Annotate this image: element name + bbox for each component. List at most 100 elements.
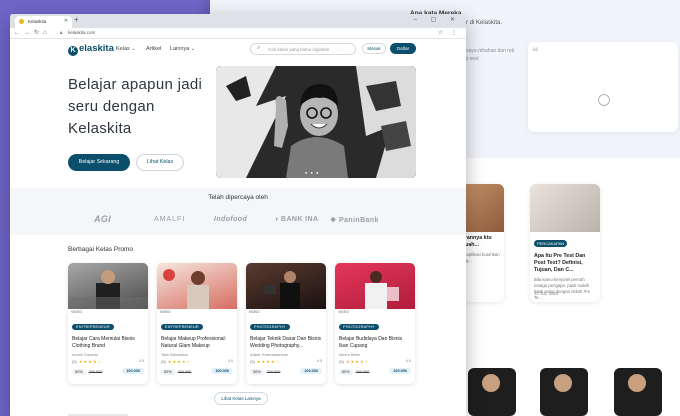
course-card[interactable]: VIDEO PHOTOGRAPHY Belajar Budidaya Dan B…	[335, 263, 415, 384]
article-tag: PERCAKAPAN	[534, 240, 568, 247]
old-price: 200.000	[177, 370, 192, 374]
chevron-down-icon: ⌄	[190, 46, 196, 52]
review-count: (5)	[161, 359, 166, 364]
site-header: Kelaskita Kelas ⌄ Artikel Lainnya ⌄ ⌕ Ca…	[10, 39, 466, 59]
browser-window: Kelaskita ✕ + – ▢ ✕ ←→↻⌂ 🔒︎ kelaskita.co…	[10, 14, 466, 416]
star-icons: ★ ★ ★ ★ ☆	[345, 359, 369, 364]
new-tab-button[interactable]: +	[74, 15, 79, 24]
course-thumbnail	[246, 263, 326, 309]
see-more-classes-button[interactable]: Lihat Kelas Lainnya	[214, 392, 268, 405]
home-icon[interactable]: ⌂	[43, 30, 51, 36]
course-photo	[68, 270, 148, 309]
register-button[interactable]: Daftar	[390, 43, 416, 54]
menu-lainnya-label: Lainnya	[170, 46, 190, 52]
course-category-badge: PHOTOGRAPHY	[250, 324, 290, 330]
rating-value: 4.5	[227, 359, 233, 363]
favicon-icon	[19, 19, 24, 24]
course-photo	[264, 271, 300, 309]
partners-title: Telah dipercaya oleh	[208, 194, 268, 201]
course-category-badge: ENTREPRENEUR	[161, 324, 203, 330]
course-author: Talia Sabandino	[161, 353, 189, 357]
course-type: VIDEO	[71, 310, 83, 314]
course-price: 50% 200.000 100.000	[339, 368, 411, 377]
user-avatar-icon	[598, 94, 610, 106]
menu-kelas[interactable]: Kelas ⌄	[116, 46, 136, 52]
course-thumbnail	[157, 263, 237, 309]
partner-logo-paninbank-text: PaninBank	[339, 217, 379, 224]
course-card[interactable]: NOBO ENTREPRENEUR Belajar Makeup Profess…	[157, 263, 237, 384]
mentor-photo	[468, 368, 516, 416]
course-photo	[163, 269, 209, 309]
course-rating: (5) ★ ★ ★ ★ ☆ 4.5	[72, 359, 144, 364]
review-count: (5)	[250, 359, 255, 364]
course-price: 50% 200.000 100.000	[250, 368, 322, 377]
course-thumbnail	[68, 263, 148, 309]
window-controls[interactable]: – ▢ ✕	[414, 16, 461, 23]
menu-artikel[interactable]: Artikel	[146, 46, 161, 52]
star-icons: ★ ★ ★ ★ ☆	[256, 359, 280, 364]
course-category-badge: ENTREPRENEUR	[72, 324, 114, 330]
course-photo	[365, 271, 399, 309]
partner-logo-paninbank: ❖ PaninBank	[330, 216, 379, 224]
discount-badge: 50%	[250, 369, 264, 375]
tab-title: Kelaskita	[28, 19, 47, 24]
course-type: NOBO	[160, 310, 171, 314]
chevron-down-icon: ⌄	[131, 46, 136, 52]
reload-icon[interactable]: ↻	[34, 30, 43, 36]
course-type: VIDEO	[338, 310, 350, 314]
new-price: 100.000	[211, 368, 233, 374]
search-placeholder: Cari kelas yang kamu inginkan	[268, 47, 330, 52]
course-title: Belajar Makeup Professional: Natural Gla…	[161, 336, 227, 349]
course-title: Belajar Budidaya Dan Bisnis Ikan Cupang	[339, 336, 403, 349]
lock-icon: 🔒︎	[60, 30, 63, 35]
new-price: 100.000	[389, 368, 411, 374]
discount-badge: 50%	[161, 369, 175, 375]
nav-buttons[interactable]: ←→↻⌂	[14, 29, 51, 36]
course-author: Meera Betta	[339, 353, 360, 357]
course-card[interactable]: VIDEO ENTREPRENEUR Belajar Cara Memulai …	[68, 263, 148, 384]
learn-now-button[interactable]: Belajar Sekarang	[68, 154, 130, 171]
partners-section: Telah dipercaya oleh AGI AMALFI Indofood…	[10, 188, 466, 235]
hero-image: ● ● ●	[216, 66, 416, 178]
paninbank-icon: ❖	[330, 217, 340, 224]
kelaskita-logo[interactable]: Kelaskita	[68, 43, 114, 56]
partner-logo-amalfi: AMALFI	[154, 216, 186, 223]
close-tab-icon[interactable]: ✕	[64, 18, 68, 24]
address-bar: ←→↻⌂ 🔒︎ kelaskita.com ☆ ⋮	[10, 28, 466, 39]
star-icons: ★ ★ ★ ★ ☆	[167, 359, 191, 364]
mentor-photo	[540, 368, 588, 416]
course-rating: (5) ★ ★ ★ ★ ☆ 4.5	[250, 359, 322, 364]
course-thumbnail	[335, 263, 415, 309]
login-button[interactable]: Masuk	[362, 43, 386, 54]
old-price: 200.000	[266, 370, 281, 374]
forward-icon[interactable]: →	[24, 30, 34, 36]
carousel-dots[interactable]: ● ● ●	[305, 170, 319, 175]
partner-logo-agi: AGI	[94, 214, 112, 224]
back-icon[interactable]: ←	[14, 30, 24, 36]
search-icon: ⌕	[257, 45, 261, 51]
view-classes-button[interactable]: Lihat Kelas	[136, 154, 184, 171]
course-price: 50% 200.000 100.000	[161, 368, 233, 377]
hero-photo	[216, 66, 416, 178]
course-card[interactable]: NOBO PHOTOGRAPHY Belajar Teknik Dasar Da…	[246, 263, 326, 384]
url-field[interactable]: 🔒︎ kelaskita.com	[58, 30, 428, 37]
review-count: (5)	[72, 359, 77, 364]
course-author: Audrie Susanto	[72, 353, 98, 357]
article-date: 12 Juli, 2024	[534, 291, 559, 296]
article-title: Apa Itu Pre Test Dan Post Test? Definisi…	[534, 253, 586, 273]
article-image	[530, 184, 600, 232]
old-price: 200.000	[355, 370, 370, 374]
menu-lainnya[interactable]: Lainnya ⌄	[170, 46, 195, 52]
partner-logo-bank-ina: ◑ BANK INA	[274, 216, 318, 223]
review-count: (5)	[339, 359, 344, 364]
article-desc: Bila kamu kenyotel pernah tenaga pengaja…	[534, 276, 591, 300]
course-price: 50% 200.000 100.000	[72, 368, 144, 377]
discount-badge: 50%	[339, 369, 353, 375]
browser-tab[interactable]: Kelaskita ✕	[15, 16, 72, 28]
url-text: kelaskita.com	[68, 30, 96, 35]
search-input[interactable]: ⌕ Cari kelas yang kamu inginkan	[250, 43, 356, 55]
course-title: Belajar Teknik Dasar Dan Bisnis Wedding …	[250, 336, 322, 349]
browser-menu-icon[interactable]: ☆ ⋮	[438, 29, 460, 36]
article-card[interactable]: PERCAKAPAN Apa Itu Pre Test Dan Post Tes…	[530, 184, 600, 302]
old-price: 200.000	[88, 370, 103, 374]
